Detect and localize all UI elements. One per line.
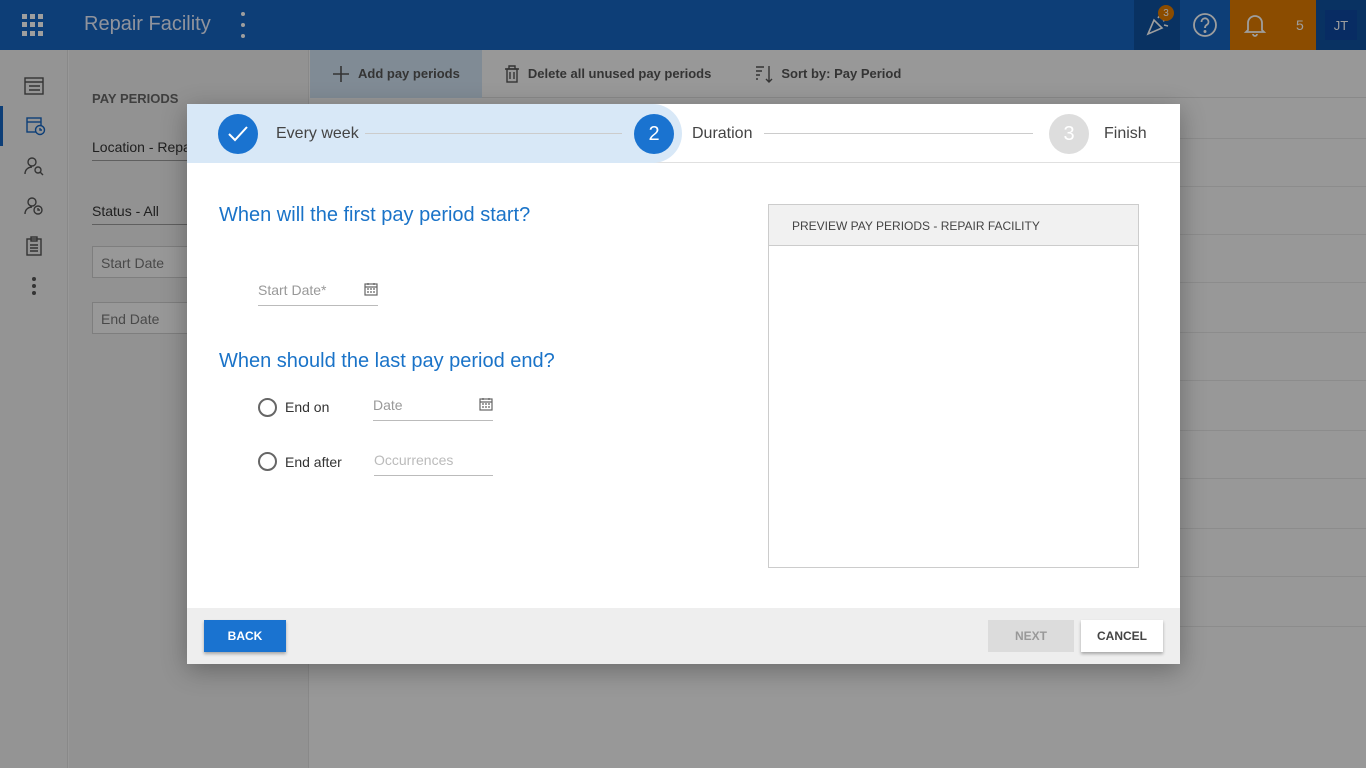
step-connector bbox=[764, 133, 1033, 134]
occurrences-placeholder: Occurrences bbox=[374, 452, 454, 468]
occurrences-input[interactable]: Occurrences bbox=[374, 448, 493, 476]
end-question: When should the last pay period end? bbox=[219, 350, 555, 372]
preview-panel: PREVIEW PAY PERIODS - REPAIR FACILITY bbox=[768, 204, 1139, 568]
check-icon bbox=[228, 126, 248, 142]
step-2-label: Duration bbox=[692, 125, 753, 142]
step-1-label: Every week bbox=[276, 125, 359, 142]
end-on-date-input[interactable]: Date bbox=[373, 393, 493, 421]
next-button[interactable]: NEXT bbox=[988, 620, 1074, 652]
dialog-footer: BACK NEXT CANCEL bbox=[187, 608, 1180, 664]
start-date-placeholder: Start Date* bbox=[258, 282, 327, 298]
step-3-label: Finish bbox=[1104, 125, 1147, 142]
step-2-active[interactable]: 2 bbox=[634, 114, 674, 154]
calendar-icon[interactable] bbox=[364, 282, 378, 296]
step-connector bbox=[365, 133, 622, 134]
calendar-icon[interactable] bbox=[479, 397, 493, 411]
start-date-input[interactable]: Start Date* bbox=[258, 278, 378, 306]
end-on-label: End on bbox=[285, 399, 330, 415]
end-on-radio[interactable] bbox=[258, 398, 277, 417]
back-button[interactable]: BACK bbox=[204, 620, 286, 652]
start-question: When will the first pay period start? bbox=[219, 204, 531, 226]
end-after-label: End after bbox=[285, 454, 342, 470]
step-3-pending[interactable]: 3 bbox=[1049, 114, 1089, 154]
preview-title: PREVIEW PAY PERIODS - REPAIR FACILITY bbox=[769, 205, 1138, 246]
step-1-complete[interactable] bbox=[218, 114, 258, 154]
add-pay-periods-dialog: Every week 2 Duration 3 Finish When will… bbox=[187, 104, 1180, 664]
stepper: Every week 2 Duration 3 Finish bbox=[187, 104, 1180, 163]
cancel-button[interactable]: CANCEL bbox=[1081, 620, 1163, 652]
end-on-date-placeholder: Date bbox=[373, 397, 403, 413]
end-after-radio[interactable] bbox=[258, 452, 277, 471]
